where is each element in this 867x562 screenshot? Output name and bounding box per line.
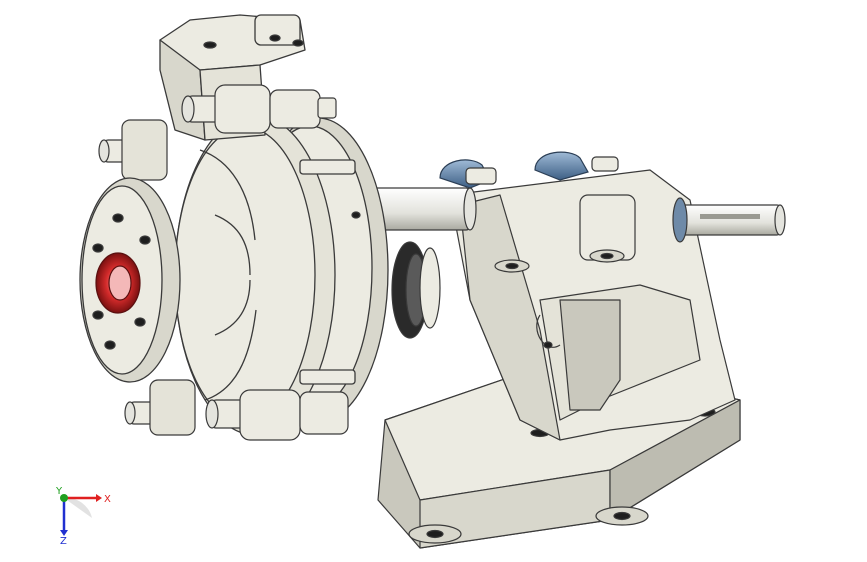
pump-model[interactable]	[0, 0, 867, 562]
triad-arc	[64, 497, 92, 518]
suction-inlet[interactable]	[95, 252, 141, 314]
x-axis-label: X	[104, 494, 111, 505]
shaft-seal[interactable]	[391, 241, 441, 339]
y-axis-label: Y	[55, 486, 63, 497]
3d-viewport[interactable]: X Y Z	[0, 0, 867, 562]
tie-bolt-bottom-left[interactable]	[124, 379, 196, 436]
z-axis-label: Z	[60, 536, 67, 544]
orientation-triad: X Y Z	[55, 486, 111, 544]
tie-bolt-left[interactable]	[98, 119, 168, 181]
bearing-clamp-left[interactable]	[439, 159, 497, 189]
x-axis-arrow	[96, 494, 102, 502]
